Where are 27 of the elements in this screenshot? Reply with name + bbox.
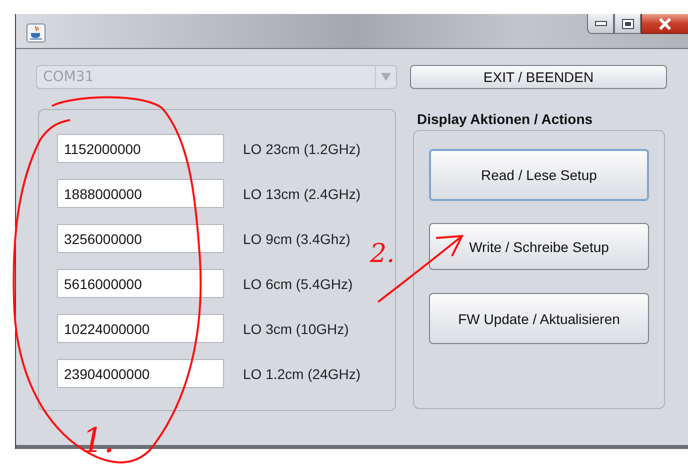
frequency-field[interactable]: 5616000000 bbox=[57, 269, 224, 298]
handwritten-number: 2. bbox=[370, 239, 395, 269]
minimize-icon bbox=[594, 20, 606, 26]
cup-icon bbox=[26, 23, 46, 43]
action-button[interactable]: Read / Lese Setup bbox=[429, 149, 649, 201]
handwritten-number: 1. bbox=[82, 421, 114, 461]
band-label: LO 6cm (5.4GHz) bbox=[243, 276, 353, 292]
maximize-button[interactable] bbox=[614, 14, 641, 34]
frequency-field[interactable]: 1152000000 bbox=[57, 134, 224, 163]
maximize-icon bbox=[622, 18, 634, 28]
band-label: LO 1.2cm (24GHz) bbox=[243, 366, 360, 382]
close-button[interactable] bbox=[641, 14, 688, 34]
close-icon bbox=[658, 18, 672, 30]
frequency-field[interactable]: 10224000000 bbox=[57, 314, 224, 343]
dropdown-arrow-icon bbox=[381, 73, 391, 81]
action-button[interactable]: FW Update / Aktualisieren bbox=[429, 293, 649, 344]
band-label: LO 9cm (3.4Ghz) bbox=[243, 230, 350, 246]
frequency-field[interactable]: 1888000000 bbox=[57, 179, 224, 208]
exit-button[interactable]: EXIT / BEENDEN bbox=[410, 65, 667, 89]
band-label: LO 13cm (2.4GHz) bbox=[243, 186, 360, 202]
band-label: LO 3cm (10GHz) bbox=[243, 320, 349, 336]
actions-heading: Display Aktionen / Actions bbox=[416, 110, 594, 129]
frequency-field[interactable]: 23904000000 bbox=[57, 359, 224, 388]
action-button[interactable]: Write / Schreibe Setup bbox=[429, 223, 649, 270]
minimize-button[interactable] bbox=[587, 14, 614, 34]
band-label: LO 23cm (1.2GHz) bbox=[243, 140, 360, 156]
frequency-field[interactable]: 3256000000 bbox=[57, 224, 224, 253]
